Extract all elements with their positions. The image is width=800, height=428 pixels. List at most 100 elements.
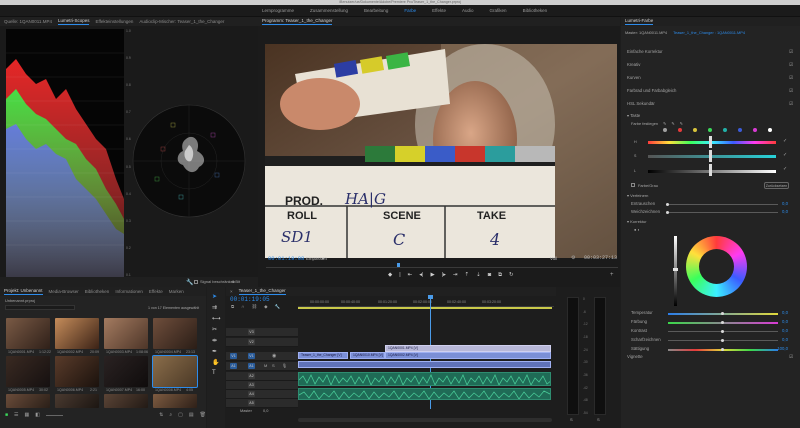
solo-left-button[interactable]: S: [570, 417, 573, 422]
thumb-6[interactable]: [55, 356, 99, 387]
track-v2-label[interactable]: V2: [248, 339, 255, 345]
workspace-zusammenstellung[interactable]: Zusammenstellung: [310, 8, 348, 13]
verfeinern-header[interactable]: ▾ Verfeinern: [627, 193, 648, 198]
hand-tool-icon[interactable]: ✋: [212, 359, 221, 366]
taste-header[interactable]: ▾ Taste: [627, 113, 640, 118]
clip-v1[interactable]: [298, 361, 551, 368]
thumb-2[interactable]: [55, 318, 99, 349]
mark-out-icon[interactable]: |: [399, 272, 400, 279]
thumb-1[interactable]: [6, 318, 50, 349]
tab-projekt[interactable]: Projekt: Unbenannt: [4, 288, 43, 295]
tab-media-browser[interactable]: Media-Browser: [49, 289, 79, 294]
add-button-icon[interactable]: +: [610, 272, 614, 278]
swatch-red[interactable]: [678, 128, 682, 132]
swatch-cyan[interactable]: [723, 128, 727, 132]
wheel-luma-slider[interactable]: [674, 236, 677, 306]
workspace-effekte[interactable]: Effekte: [432, 8, 446, 13]
checkbox-icon[interactable]: ☑: [789, 88, 793, 94]
extract-icon[interactable]: ⇣: [476, 272, 481, 279]
timeline-scrollbar[interactable]: [298, 418, 552, 422]
mark-in-icon[interactable]: ◆: [388, 272, 392, 279]
close-icon[interactable]: ×: [230, 289, 233, 294]
program-playhead[interactable]: [397, 263, 400, 267]
section-farbrad[interactable]: Farbrad und Farbabgleich ☑: [627, 88, 793, 94]
clip-v2-c[interactable]: 1QAN0002.MP4 [V]: [385, 352, 551, 359]
lock-icon[interactable]: ■: [5, 412, 8, 418]
weichzeichnen-slider[interactable]: [668, 212, 778, 213]
track-a3-label[interactable]: A3: [248, 382, 255, 388]
go-to-out-icon[interactable]: ⇥: [453, 272, 458, 279]
tab-programm[interactable]: Programm: Teaser_1_the_Changer: [262, 18, 332, 25]
swatch-blue[interactable]: [738, 128, 742, 132]
hue-range-handle[interactable]: [709, 136, 712, 148]
sort-icon[interactable]: ⇅: [159, 412, 163, 418]
checkbox-icon[interactable]: ☑: [789, 354, 793, 360]
sat-range-handle[interactable]: [709, 150, 712, 162]
thumb-5[interactable]: [6, 356, 50, 387]
thumb-7[interactable]: [104, 356, 148, 387]
checkbox-icon[interactable]: ☑: [789, 49, 793, 55]
weichzeichnen-knob[interactable]: [666, 211, 669, 214]
solo-right-button[interactable]: S: [597, 417, 600, 422]
section-vignette[interactable]: Vignette ☑: [627, 354, 793, 360]
tab-lumetri-scopes[interactable]: Lumetri-Scopes: [58, 18, 90, 25]
thumb-8[interactable]: [152, 355, 198, 388]
list-view-icon[interactable]: ☰: [14, 412, 18, 418]
track-v1-label[interactable]: V1: [248, 353, 255, 359]
thumb-10[interactable]: [55, 394, 99, 408]
thumb-3[interactable]: [104, 318, 148, 349]
thumb-12[interactable]: [153, 394, 197, 408]
new-item-icon[interactable]: ▤: [189, 412, 194, 418]
tab-audioclip-mischer[interactable]: Audioclip-Mischer: Teaser_1_the_Changer: [139, 19, 224, 24]
signal-checkbox[interactable]: [194, 280, 198, 284]
tab-bibliotheken[interactable]: Bibliotheken: [85, 289, 110, 294]
search-icon[interactable]: ⌕: [169, 412, 172, 418]
zuruecksetzen-button[interactable]: Zurücksetzen: [764, 182, 789, 189]
track-a1-label[interactable]: A1: [248, 363, 255, 369]
new-bin-icon[interactable]: ▢: [178, 412, 183, 418]
settings-icon[interactable]: ⚙: [571, 255, 575, 261]
lum-range-handle[interactable]: [709, 164, 712, 176]
entrauschen-slider[interactable]: [668, 204, 778, 205]
program-scrubbar[interactable]: [266, 263, 618, 268]
fit-chevron-icon[interactable]: ▾: [322, 256, 324, 261]
track-a4-label[interactable]: A4: [248, 391, 255, 397]
lumetri-sequence[interactable]: Teaser_1_the_Changer : 1QAN0011.MP4: [673, 30, 745, 35]
workspace-farbe[interactable]: Farbe: [404, 8, 416, 13]
workspace-bearbeitung[interactable]: Bearbeitung: [364, 8, 388, 13]
section-hsl-sekundaer[interactable]: HSL Sekundär ☑: [627, 101, 793, 107]
step-back-icon[interactable]: ◂|: [419, 272, 423, 279]
color-wheel[interactable]: [686, 236, 747, 297]
clip-a1[interactable]: [298, 372, 551, 386]
wheel-luma-handle[interactable]: [673, 268, 678, 271]
farbe-grau-checkbox[interactable]: [631, 183, 635, 187]
linked-selection-icon[interactable]: ⛓: [251, 304, 257, 310]
temperatur-knob[interactable]: [721, 312, 724, 315]
saturation-range-bar[interactable]: [648, 155, 776, 158]
eyedropper-minus-icon[interactable]: ✎: [680, 121, 683, 126]
section-kreativ[interactable]: Kreativ ☑: [627, 62, 793, 68]
swatch-white[interactable]: [768, 128, 772, 132]
section-einfache-korrektur[interactable]: Einfache Korrektur ☑: [627, 49, 793, 55]
project-search[interactable]: [5, 305, 75, 310]
nest-icon[interactable]: ⧉: [231, 304, 234, 310]
hue-check-icon[interactable]: ✓: [783, 138, 787, 144]
eyedropper-plus-icon[interactable]: ✎: [671, 121, 674, 126]
swatch-green[interactable]: [708, 128, 712, 132]
clip-v3[interactable]: 1QAN0001.MP4 [V]: [385, 345, 551, 352]
checkbox-icon[interactable]: ☑: [789, 75, 793, 81]
track-a1-source[interactable]: A1: [230, 363, 237, 369]
timeline-timecode[interactable]: 00:01:19:05: [230, 296, 270, 303]
pen-tool-icon[interactable]: ✒: [212, 348, 221, 355]
export-frame-icon[interactable]: ◙: [488, 272, 491, 279]
wheel-mode-icons[interactable]: ● ◐: [634, 227, 640, 232]
scharfzeichnen-value[interactable]: 0,0: [782, 337, 788, 342]
thumb-9[interactable]: [6, 394, 50, 408]
track-v3-label[interactable]: V3: [248, 329, 255, 335]
add-marker-icon[interactable]: ◆: [264, 304, 267, 310]
go-to-in-icon[interactable]: ⇤: [408, 272, 413, 279]
icon-view-icon[interactable]: ▦: [25, 412, 30, 418]
track-a2-label[interactable]: A2: [248, 373, 255, 379]
scharfzeichnen-knob[interactable]: [721, 339, 724, 342]
checkbox-icon[interactable]: ☑: [789, 101, 793, 107]
